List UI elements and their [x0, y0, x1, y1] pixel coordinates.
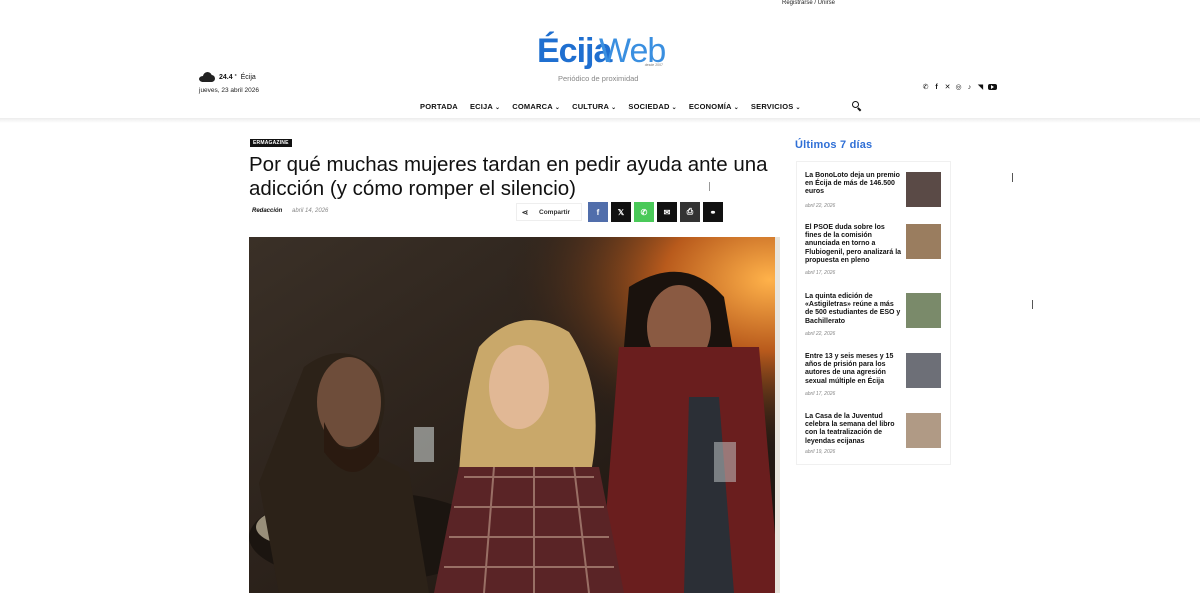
sidebar-article[interactable]: La quinta edición de «Astigiletras» reún…: [805, 293, 945, 343]
whatsapp-icon[interactable]: ✆: [922, 83, 929, 92]
sidebar-article-thumbnail[interactable]: [906, 224, 941, 259]
weather-city: Écija: [240, 73, 256, 81]
rss-icon[interactable]: ◥: [977, 83, 984, 92]
instagram-icon[interactable]: ◎: [955, 83, 962, 92]
nav-economia[interactable]: ECONOMÍA ⌄: [689, 102, 739, 111]
text-cursor: [709, 182, 710, 191]
logo-since: desde 2007: [644, 63, 663, 67]
article-date: abril 14, 2026: [292, 208, 329, 214]
sidebar-article-title[interactable]: La Casa de la Juventud celebra la semana…: [805, 413, 903, 446]
share-label: Compartir: [539, 208, 571, 216]
sidebar-article-title[interactable]: La BonoLoto deja un premio en Écija de m…: [805, 172, 903, 197]
weather-temperature: 24.4 °: [219, 73, 237, 81]
site-tagline: Periódico de proximidad: [558, 74, 639, 83]
chevron-down-icon: ⌄: [611, 105, 617, 111]
x-icon[interactable]: ✕: [944, 83, 951, 92]
facebook-icon: f: [596, 207, 600, 217]
email-icon: ✉: [663, 207, 671, 217]
text-cursor: [1012, 173, 1013, 182]
copy-link-share-button[interactable]: ⚭: [703, 202, 723, 222]
email-share-button[interactable]: ✉: [657, 202, 677, 222]
youtube-icon[interactable]: [988, 83, 997, 92]
sidebar-article[interactable]: Entre 13 y seis meses y 15 años de prisi…: [805, 353, 945, 403]
sidebar-article[interactable]: La BonoLoto deja un premio en Écija de m…: [805, 172, 945, 222]
copy-link-icon: ⚭: [709, 207, 717, 217]
facebook-share-button[interactable]: f: [588, 202, 608, 222]
article-hero-image: [249, 237, 780, 593]
text-cursor: [1032, 300, 1033, 309]
article-title: Por qué muchas mujeres tardan en pedir a…: [249, 153, 768, 200]
chevron-down-icon: ⌄: [554, 105, 561, 111]
facebook-icon[interactable]: f: [933, 83, 940, 92]
sidebar-article-date: abril 17, 2026: [805, 270, 836, 276]
tiktok-icon[interactable]: ♪: [966, 83, 973, 92]
sidebar-article[interactable]: La Casa de la Juventud celebra la semana…: [805, 413, 945, 463]
sidebar-article-title[interactable]: Entre 13 y seis meses y 15 años de prisi…: [805, 353, 903, 386]
print-share-button[interactable]: ⎙: [680, 202, 700, 222]
sidebar-article-date: abril 22, 2026: [805, 203, 836, 209]
nav-portada[interactable]: PORTADA: [420, 102, 458, 111]
sidebar-article-date: abril 19, 2026: [805, 449, 836, 455]
share-icon: ⋖: [521, 207, 529, 217]
share-button[interactable]: ⋖ Compartir: [516, 203, 582, 221]
chevron-down-icon: ⌄: [671, 105, 677, 111]
main-navigation: PORTADA ECIJA ⌄ COMARCA ⌄ CULTURA ⌄ SOCIEDA…: [420, 102, 801, 111]
sidebar-article-thumbnail[interactable]: [906, 353, 941, 388]
nav-servicios[interactable]: SERVICIOS ⌄: [751, 102, 801, 111]
nav-comarca[interactable]: COMARCA ⌄: [512, 102, 560, 111]
sidebar-article-date: abril 17, 2026: [805, 391, 836, 397]
sidebar-article[interactable]: El PSOE duda sobre los fines de la comis…: [805, 224, 945, 276]
x-share-button[interactable]: 𝕏: [611, 202, 631, 222]
nav-sociedad[interactable]: SOCIEDAD ⌄: [628, 102, 676, 111]
weather-widget: 24.4 ° Écija: [199, 72, 256, 82]
sidebar-article-title[interactable]: La quinta edición de «Astigiletras» reún…: [805, 293, 903, 326]
cloud-icon: [199, 72, 215, 82]
search-icon[interactable]: [852, 101, 862, 112]
current-date: jueves, 23 abril 2026: [199, 87, 259, 94]
nav-ecija[interactable]: ECIJA ⌄: [470, 102, 500, 111]
chevron-down-icon: ⌄: [733, 105, 739, 111]
sidebar-article-thumbnail[interactable]: [906, 413, 941, 448]
sidebar-article-title[interactable]: El PSOE duda sobre los fines de la comis…: [805, 224, 903, 265]
chevron-down-icon: ⌄: [795, 105, 801, 111]
category-tag[interactable]: ERMAGAZINE: [250, 139, 292, 147]
top-bar: Registrarse / Unirse: [0, 0, 1200, 8]
print-icon: ⎙: [686, 207, 694, 216]
social-links: ✆ f ✕ ◎ ♪ ◥: [922, 83, 997, 92]
whatsapp-share-button[interactable]: ✆: [634, 202, 654, 222]
nav-cultura[interactable]: CULTURA ⌄: [572, 102, 616, 111]
nav-divider: [0, 118, 1200, 123]
sidebar-heading: Últimos 7 días: [795, 139, 873, 151]
share-buttons: f 𝕏 ✆ ✉ ⎙ ⚭: [588, 202, 723, 222]
x-icon: 𝕏: [617, 207, 625, 217]
site-logo[interactable]: Écija Web desde 2007: [537, 28, 667, 74]
whatsapp-icon: ✆: [640, 207, 648, 217]
sidebar-article-thumbnail[interactable]: [906, 172, 941, 207]
sidebar-article-thumbnail[interactable]: [906, 293, 941, 328]
chevron-down-icon: ⌄: [495, 105, 501, 111]
article-author[interactable]: Redacción: [252, 208, 282, 214]
register-login-link[interactable]: Registrarse / Unirse: [782, 0, 835, 7]
sidebar-article-date: abril 22, 2026: [805, 331, 836, 337]
article-meta: Redacción abril 14, 2026: [252, 208, 328, 214]
